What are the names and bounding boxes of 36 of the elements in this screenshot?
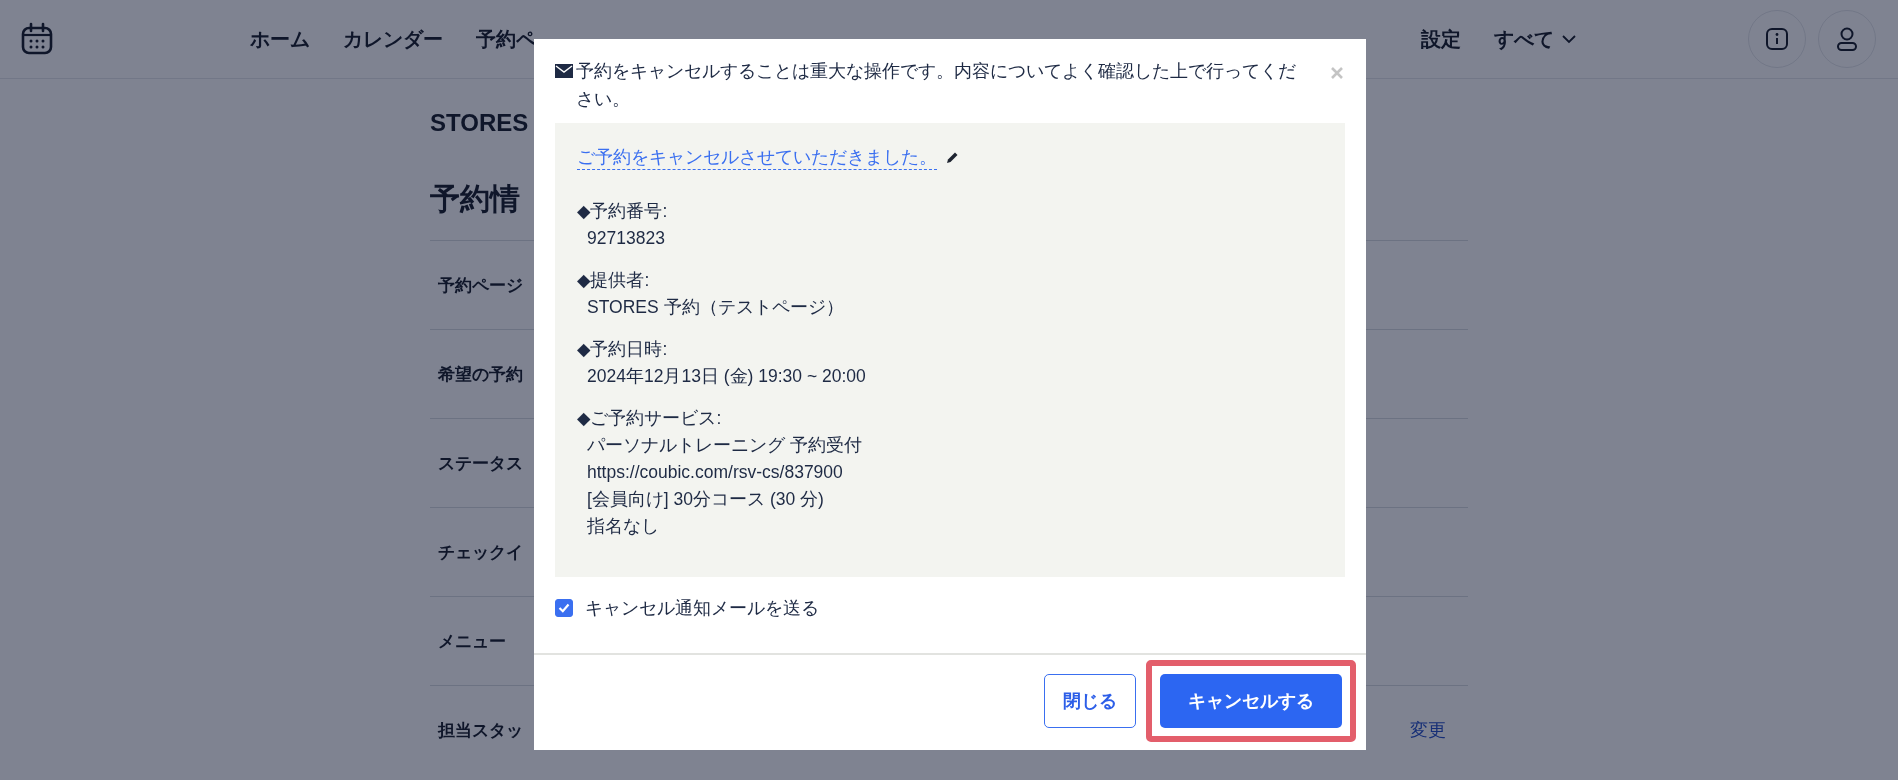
row-label: チェックイ	[438, 541, 523, 564]
row-label: メニュー	[438, 630, 506, 653]
calendar-icon[interactable]	[20, 22, 54, 56]
detail-label: ◆予約番号:	[577, 200, 669, 223]
envelope-icon	[555, 64, 573, 78]
nav-menu[interactable]: すべて	[1494, 25, 1576, 53]
checkbox[interactable]	[555, 599, 573, 617]
person-icon	[1835, 26, 1859, 52]
detail-value: [会員向け] 30分コース (30 分)	[586, 488, 825, 511]
detail-value: https://coubic.com/rsv-cs/837900	[586, 461, 844, 484]
editable-text[interactable]: ご予約をキャンセルさせていただきました。	[577, 145, 937, 170]
chevron-down-icon	[1562, 34, 1576, 44]
row-label: 担当スタッ	[438, 719, 523, 742]
close-icon	[1331, 67, 1343, 79]
detail-value: STORES 予約（テストページ）	[586, 296, 845, 319]
detail-value: 2024年12月13日 (金) 19:30 ~ 20:00	[586, 365, 867, 388]
page-title: STORES	[430, 109, 530, 137]
row-label: 希望の予約	[438, 363, 523, 386]
row-label: 予約ページ	[438, 274, 523, 297]
detail-value: パーソナルトレーニング 予約受付	[586, 434, 863, 457]
change-link[interactable]: 変更	[1410, 718, 1446, 742]
row-label: ステータス	[438, 452, 523, 475]
pencil-icon[interactable]	[945, 150, 959, 165]
detail-value: 指名なし	[586, 515, 660, 538]
cancel-button[interactable]: キャンセルする	[1160, 673, 1342, 728]
check-icon	[558, 603, 570, 613]
info-icon	[1765, 27, 1789, 51]
detail-label: ◆予約日時:	[577, 338, 669, 361]
nav-link[interactable]: カレンダー	[343, 25, 443, 53]
checkbox-label: キャンセル通知メールを送る	[585, 597, 819, 620]
nav-link[interactable]: 設定	[1421, 25, 1461, 53]
detail-label: ◆提供者:	[577, 269, 651, 292]
dialog-message: 予約をキャンセルすることは重大な操作です。内容についてよく確認した上で行ってください。	[576, 60, 1297, 111]
close-button[interactable]: 閉じる	[1044, 673, 1136, 728]
nav-link[interactable]: ホーム	[250, 25, 310, 53]
detail-label: ◆ご予約サービス:	[577, 407, 723, 430]
